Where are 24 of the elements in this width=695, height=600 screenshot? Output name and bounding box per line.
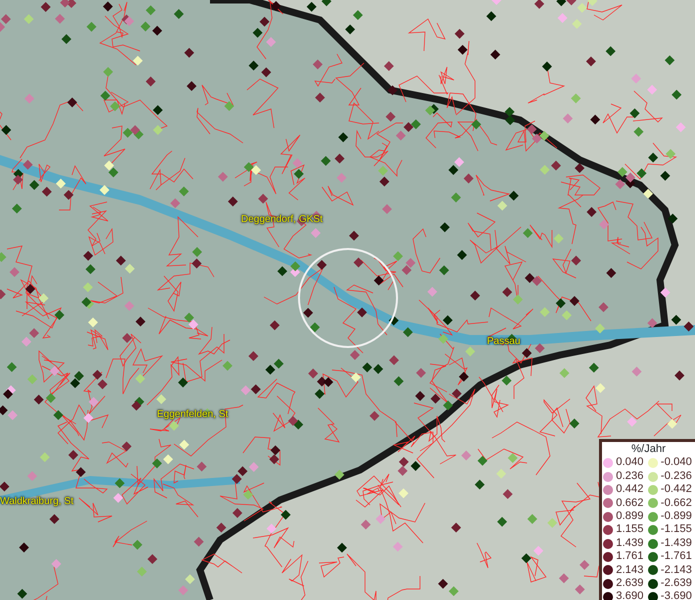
legend-label: -2.639 [660, 577, 692, 590]
legend-label: -0.040 [660, 456, 692, 470]
legend-label: 1.439 [616, 536, 644, 550]
legend-label: 0.899 [616, 510, 644, 524]
legend-label: -1.155 [660, 523, 692, 537]
legend-label: -0.236 [660, 470, 692, 484]
legend-label: 0.040 [616, 456, 644, 470]
legend-label: -2.143 [660, 564, 692, 578]
place-label: Waldkraiburg, St [0, 497, 74, 507]
legend-label: -0.662 [660, 496, 692, 510]
legend-title: %/Jahr [631, 443, 666, 455]
legend-label: 2.143 [616, 564, 644, 578]
legend-label: -0.442 [660, 483, 692, 497]
legend-label: 1.761 [616, 550, 644, 564]
legend-label: 2.639 [616, 577, 644, 590]
legend-label: -3.690 [660, 590, 692, 600]
legend-label: 0.442 [616, 483, 644, 497]
legend-label: 0.236 [616, 470, 644, 484]
legend-label: 0.662 [616, 496, 644, 510]
legend-label: -1.761 [660, 550, 692, 564]
legend-label: 1.155 [616, 523, 644, 537]
legend-label: -1.439 [660, 536, 692, 550]
legend-label: -0.899 [660, 510, 692, 524]
legend-label: 3.690 [616, 590, 644, 600]
